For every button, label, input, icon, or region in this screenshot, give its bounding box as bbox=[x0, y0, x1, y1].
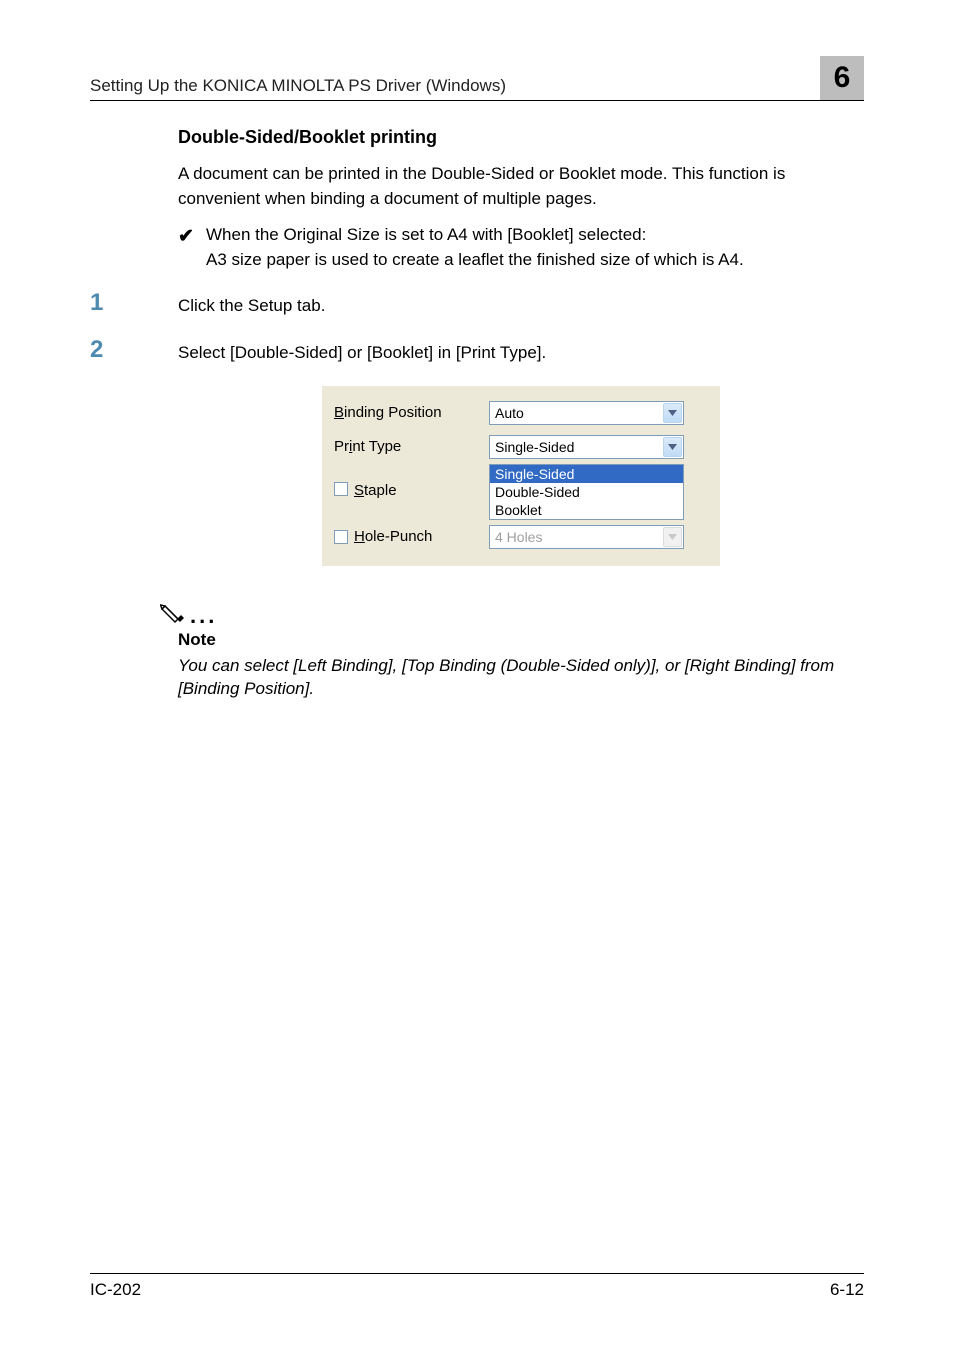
precondition-row: ✔ When the Original Size is set to A4 wi… bbox=[178, 223, 864, 272]
pencil-icon bbox=[160, 602, 186, 628]
binding-position-row: Binding Position Auto bbox=[334, 396, 708, 430]
step-2-text: Select [Double-Sided] or [Booklet] in [P… bbox=[178, 338, 546, 366]
print-type-listbox[interactable]: Single-Sided Double-Sided Booklet bbox=[489, 464, 684, 520]
chevron-down-icon[interactable] bbox=[663, 403, 682, 423]
precondition-line-2: A3 size paper is used to create a leafle… bbox=[206, 250, 744, 269]
checkmark-icon: ✔ bbox=[178, 223, 206, 251]
staple-and-listbox-row: Staple Single-Sided Double-Sided Booklet bbox=[334, 464, 708, 520]
step-1-number: 1 bbox=[90, 291, 178, 315]
staple-checkbox[interactable] bbox=[334, 482, 348, 496]
section-intro-paragraph: A document can be printed in the Double-… bbox=[178, 162, 864, 211]
print-options-panel: Binding Position Auto Print Type Single-… bbox=[322, 386, 720, 566]
note-dots: ... bbox=[190, 605, 217, 628]
page-footer: IC-202 6-12 bbox=[90, 1273, 864, 1300]
footer-left: IC-202 bbox=[90, 1280, 141, 1300]
hole-punch-row: Hole-Punch 4 Holes bbox=[334, 520, 708, 554]
print-type-label: Print Type bbox=[334, 438, 489, 455]
staple-label-group: Staple bbox=[334, 464, 489, 499]
hole-punch-value: 4 Holes bbox=[490, 529, 542, 545]
binding-position-label: Binding Position bbox=[334, 404, 489, 421]
step-1: 1 Click the Setup tab. bbox=[90, 291, 864, 319]
listbox-item-double-sided[interactable]: Double-Sided bbox=[490, 483, 683, 501]
step-2: 2 Select [Double-Sided] or [Booklet] in … bbox=[90, 338, 864, 366]
precondition-line-1: When the Original Size is set to A4 with… bbox=[206, 225, 646, 244]
binding-position-value: Auto bbox=[490, 405, 524, 421]
hole-punch-label-group: Hole-Punch bbox=[334, 528, 489, 545]
listbox-item-booklet[interactable]: Booklet bbox=[490, 501, 683, 519]
section-heading: Double-Sided/Booklet printing bbox=[178, 127, 864, 148]
hole-punch-combobox: 4 Holes bbox=[489, 525, 684, 549]
note-text: You can select [Left Binding], [Top Bind… bbox=[178, 654, 864, 701]
print-type-value: Single-Sided bbox=[490, 439, 574, 455]
binding-position-combobox[interactable]: Auto bbox=[489, 401, 684, 425]
note-icon-row: ... bbox=[160, 602, 864, 628]
listbox-item-single-sided[interactable]: Single-Sided bbox=[490, 465, 683, 483]
print-type-combobox[interactable]: Single-Sided bbox=[489, 435, 684, 459]
chapter-number-badge: 6 bbox=[820, 56, 864, 100]
page-header: Setting Up the KONICA MINOLTA PS Driver … bbox=[90, 56, 864, 101]
note-heading: Note bbox=[178, 630, 864, 650]
step-1-text: Click the Setup tab. bbox=[178, 291, 325, 319]
chevron-down-icon[interactable] bbox=[663, 437, 682, 457]
header-title: Setting Up the KONICA MINOLTA PS Driver … bbox=[90, 76, 506, 96]
step-2-number: 2 bbox=[90, 338, 178, 362]
footer-right: 6-12 bbox=[830, 1280, 864, 1300]
print-type-row: Print Type Single-Sided bbox=[334, 430, 708, 464]
hole-punch-checkbox[interactable] bbox=[334, 530, 348, 544]
chevron-down-icon bbox=[663, 527, 682, 547]
